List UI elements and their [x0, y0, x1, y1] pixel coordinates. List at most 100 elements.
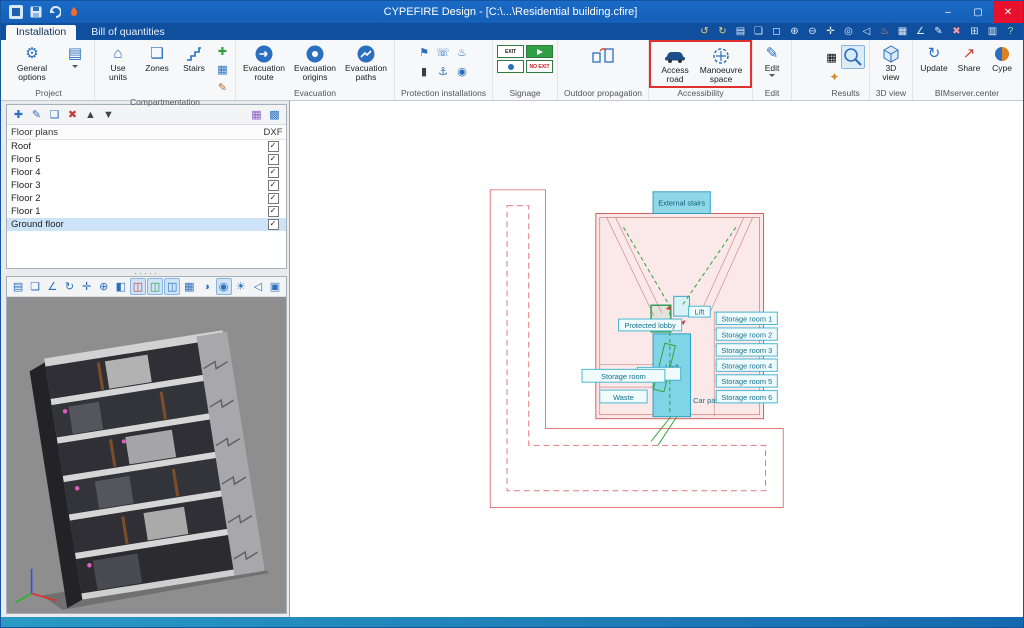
manoeuvre-space-button[interactable]: Manoeuvre space: [697, 44, 745, 86]
evacuation-origins-button[interactable]: Evacuation origins: [291, 42, 339, 84]
front-view-icon[interactable]: ◧: [113, 278, 129, 295]
dxf-checkbox[interactable]: ✓: [268, 167, 279, 178]
minimize-button[interactable]: –: [933, 1, 963, 23]
pan-icon[interactable]: ✛: [822, 23, 839, 39]
project-settings-button[interactable]: ▤: [60, 42, 90, 70]
bim-cype-button[interactable]: Cype: [987, 42, 1017, 75]
evacuation-paths-button[interactable]: Evacuation paths: [342, 42, 390, 84]
storage-room-5-label[interactable]: Storage room 5: [721, 377, 772, 386]
annotate-icon[interactable]: ✎: [930, 23, 947, 39]
calculator-icon[interactable]: ▥: [984, 23, 1001, 39]
edit-floor-plan-icon[interactable]: ✎: [28, 106, 45, 123]
sprinkler-icon[interactable]: ♨: [454, 44, 471, 61]
dxf-checkbox[interactable]: ✓: [268, 206, 279, 217]
dxf-checkbox[interactable]: ✓: [268, 154, 279, 165]
section-x-icon[interactable]: ◫: [130, 278, 146, 295]
cypefire-flame-icon[interactable]: [68, 6, 80, 18]
zoom-window-icon[interactable]: ◻: [768, 23, 785, 39]
alarm-icon[interactable]: ◉: [454, 63, 471, 80]
redo-icon[interactable]: ↻: [714, 23, 731, 39]
3d-view-button[interactable]: 3D view: [874, 42, 908, 84]
section-y-icon[interactable]: ◫: [147, 278, 163, 295]
no-exit-sign-button[interactable]: NO EXIT: [526, 60, 553, 73]
shadows-icon[interactable]: ◑: [198, 278, 214, 295]
storage-room-2-label[interactable]: Storage room 2: [721, 330, 772, 339]
tab-installation[interactable]: Installation: [6, 25, 76, 40]
use-units-button[interactable]: ⌂ Use units: [99, 42, 137, 84]
dxf-checkbox[interactable]: ✓: [268, 180, 279, 191]
dxf-checkbox[interactable]: ✓: [268, 219, 279, 230]
previous-view-icon[interactable]: ◁: [858, 23, 875, 39]
zoom-prev-icon[interactable]: ◁: [250, 278, 266, 295]
zoom-in-icon[interactable]: ⊕: [786, 23, 803, 39]
undo-titlebar-icon[interactable]: [49, 6, 61, 18]
lift-label[interactable]: Lift: [694, 308, 704, 317]
inspect-results-button[interactable]: [841, 45, 865, 69]
outdoor-propagation-button[interactable]: [579, 42, 627, 66]
dxf-template-icon[interactable]: ▦: [248, 106, 265, 123]
zoom-out-icon[interactable]: ⊖: [804, 23, 821, 39]
floor-row-4[interactable]: Floor 4 ✓: [7, 166, 286, 179]
external-stairs-label[interactable]: External stairs: [658, 199, 705, 208]
storage-room-3-label[interactable]: Storage room 3: [721, 346, 772, 355]
info-icon[interactable]: ▣: [267, 278, 283, 295]
wand-icon[interactable]: ✦: [826, 70, 839, 84]
extinguisher-icon[interactable]: ▮: [416, 63, 433, 80]
print-3d-icon[interactable]: ▤: [10, 278, 26, 295]
results-table-icon[interactable]: ▦: [826, 51, 836, 64]
copy-view-icon[interactable]: ❏: [750, 23, 767, 39]
dxf-checkbox[interactable]: ✓: [268, 193, 279, 204]
edit-button[interactable]: ✎ Edit: [757, 42, 787, 79]
floor-row-2[interactable]: Floor 2 ✓: [7, 192, 286, 205]
bim-update-button[interactable]: ↻ Update: [917, 42, 951, 75]
section-z-icon[interactable]: ◫: [164, 278, 180, 295]
dry-riser-icon[interactable]: ☏: [435, 44, 452, 61]
protected-lobby-label[interactable]: Protected lobby: [624, 321, 676, 330]
drawing-canvas[interactable]: External stairs Protected lobby Lift Hal…: [289, 101, 1023, 617]
measure-icon[interactable]: ∠: [912, 23, 929, 39]
layers-icon[interactable]: ▦: [894, 23, 911, 39]
3d-model-view[interactable]: [7, 297, 286, 613]
delete-floor-plan-icon[interactable]: ✖: [64, 106, 81, 123]
floor-row-1[interactable]: Floor 1 ✓: [7, 205, 286, 218]
save-icon[interactable]: [30, 6, 42, 18]
export-3d-icon[interactable]: ❏: [27, 278, 43, 295]
stairs-button[interactable]: Stairs: [177, 42, 211, 75]
dxf-checkbox[interactable]: ✓: [268, 141, 279, 152]
bim-share-button[interactable]: ↗ Share: [954, 42, 984, 75]
floor-row-3[interactable]: Floor 3 ✓: [7, 179, 286, 192]
pictogram-sign-button[interactable]: [497, 60, 524, 73]
dxf-manager-icon[interactable]: ▩: [266, 106, 283, 123]
undo-icon[interactable]: ↺: [696, 23, 713, 39]
general-options-button[interactable]: ⚙ General options: [7, 42, 57, 84]
waste-label[interactable]: Waste: [613, 393, 634, 402]
floor-row-5[interactable]: Floor 5 ✓: [7, 153, 286, 166]
fire-icon[interactable]: ♨: [876, 23, 893, 39]
compartment-list-icon[interactable]: ▦: [214, 61, 231, 78]
pan-3d-icon[interactable]: ✛: [79, 278, 95, 295]
wireframe-icon[interactable]: ▦: [181, 278, 197, 295]
app-icon[interactable]: [9, 5, 23, 19]
add-floor-plan-icon[interactable]: ✚: [10, 106, 27, 123]
lights-icon[interactable]: ☀: [233, 278, 249, 295]
compartment-edit-icon[interactable]: ✎: [214, 79, 231, 96]
visibility-icon[interactable]: ◉: [216, 278, 232, 295]
storage-room-label[interactable]: Storage room: [601, 372, 646, 381]
evacuation-route-button[interactable]: Evacuation route: [240, 42, 288, 84]
add-compartment-icon[interactable]: ✚: [214, 43, 231, 60]
close-button[interactable]: ✕: [993, 1, 1023, 23]
fire-hose-icon[interactable]: ⚑: [416, 44, 433, 61]
help-icon[interactable]: ?: [1002, 23, 1019, 39]
move-up-icon[interactable]: ▲: [82, 106, 99, 123]
storage-room-4-label[interactable]: Storage room 4: [721, 361, 772, 370]
copy-floor-plan-icon[interactable]: ❏: [46, 106, 63, 123]
exit-arrow-sign-button[interactable]: [526, 45, 553, 58]
orbit-icon[interactable]: ↻: [61, 278, 77, 295]
access-road-button[interactable]: Access road: [656, 44, 694, 86]
storage-room-1-label[interactable]: Storage room 1: [721, 315, 772, 324]
tab-bill-of-quantities[interactable]: Bill of quantities: [81, 25, 175, 40]
zoom-3d-icon[interactable]: ⊕: [96, 278, 112, 295]
measure-3d-icon[interactable]: ∠: [44, 278, 60, 295]
exit-sign-button[interactable]: EXIT: [497, 45, 524, 58]
grid-icon[interactable]: ⊞: [966, 23, 983, 39]
